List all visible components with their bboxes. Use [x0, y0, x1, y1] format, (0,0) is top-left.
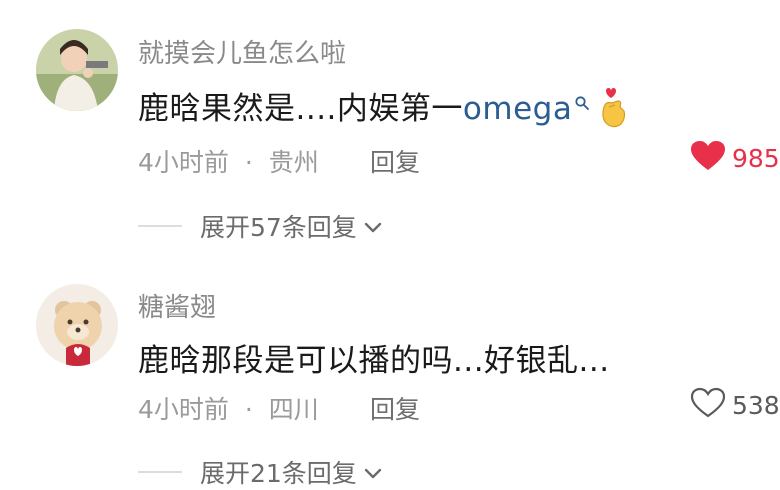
heart-outline-icon	[690, 387, 726, 423]
search-icon[interactable]	[574, 83, 590, 119]
chevron-down-icon	[363, 458, 383, 487]
expand-replies-label: 展开21条回复	[200, 459, 357, 488]
heart-hand-emoji	[596, 85, 630, 137]
like-count: 985	[732, 143, 780, 173]
divider	[138, 471, 182, 473]
username[interactable]: 糖酱翅	[138, 287, 216, 324]
avatar[interactable]	[36, 284, 118, 366]
like-count: 538	[732, 390, 780, 420]
separator: ·	[244, 395, 253, 424]
location: 贵州	[268, 148, 319, 177]
expand-replies-button[interactable]: 展开21条回复	[200, 454, 383, 490]
avatar[interactable]	[36, 29, 118, 111]
username[interactable]: 就摸会儿鱼怎么啦	[138, 33, 346, 70]
reply-button[interactable]: 回复	[370, 390, 420, 426]
heart-filled-icon	[690, 140, 726, 176]
search-link[interactable]: omega	[463, 91, 572, 127]
location: 四川	[268, 395, 319, 424]
separator: ·	[244, 148, 253, 177]
chevron-down-icon	[363, 212, 383, 241]
divider	[138, 225, 182, 227]
expand-replies-button[interactable]: 展开57条回复	[200, 208, 383, 244]
reply-button[interactable]: 回复	[370, 143, 420, 179]
timestamp: 4小时前	[138, 148, 229, 177]
timestamp: 4小时前	[138, 395, 229, 424]
comment-text: 鹿晗果然是....内娱第一omega	[138, 83, 630, 137]
comment-meta: 4小时前 · 贵州	[138, 143, 319, 179]
expand-replies-label: 展开57条回复	[200, 213, 357, 242]
comment-text-prefix: 鹿晗果然是....内娱第一	[138, 91, 463, 127]
like-button[interactable]: 538	[690, 385, 780, 425]
comment-meta: 4小时前 · 四川	[138, 390, 319, 426]
comment-text: 鹿晗那段是可以播的吗...好银乱...	[138, 343, 610, 379]
like-button[interactable]: 985	[690, 138, 780, 178]
